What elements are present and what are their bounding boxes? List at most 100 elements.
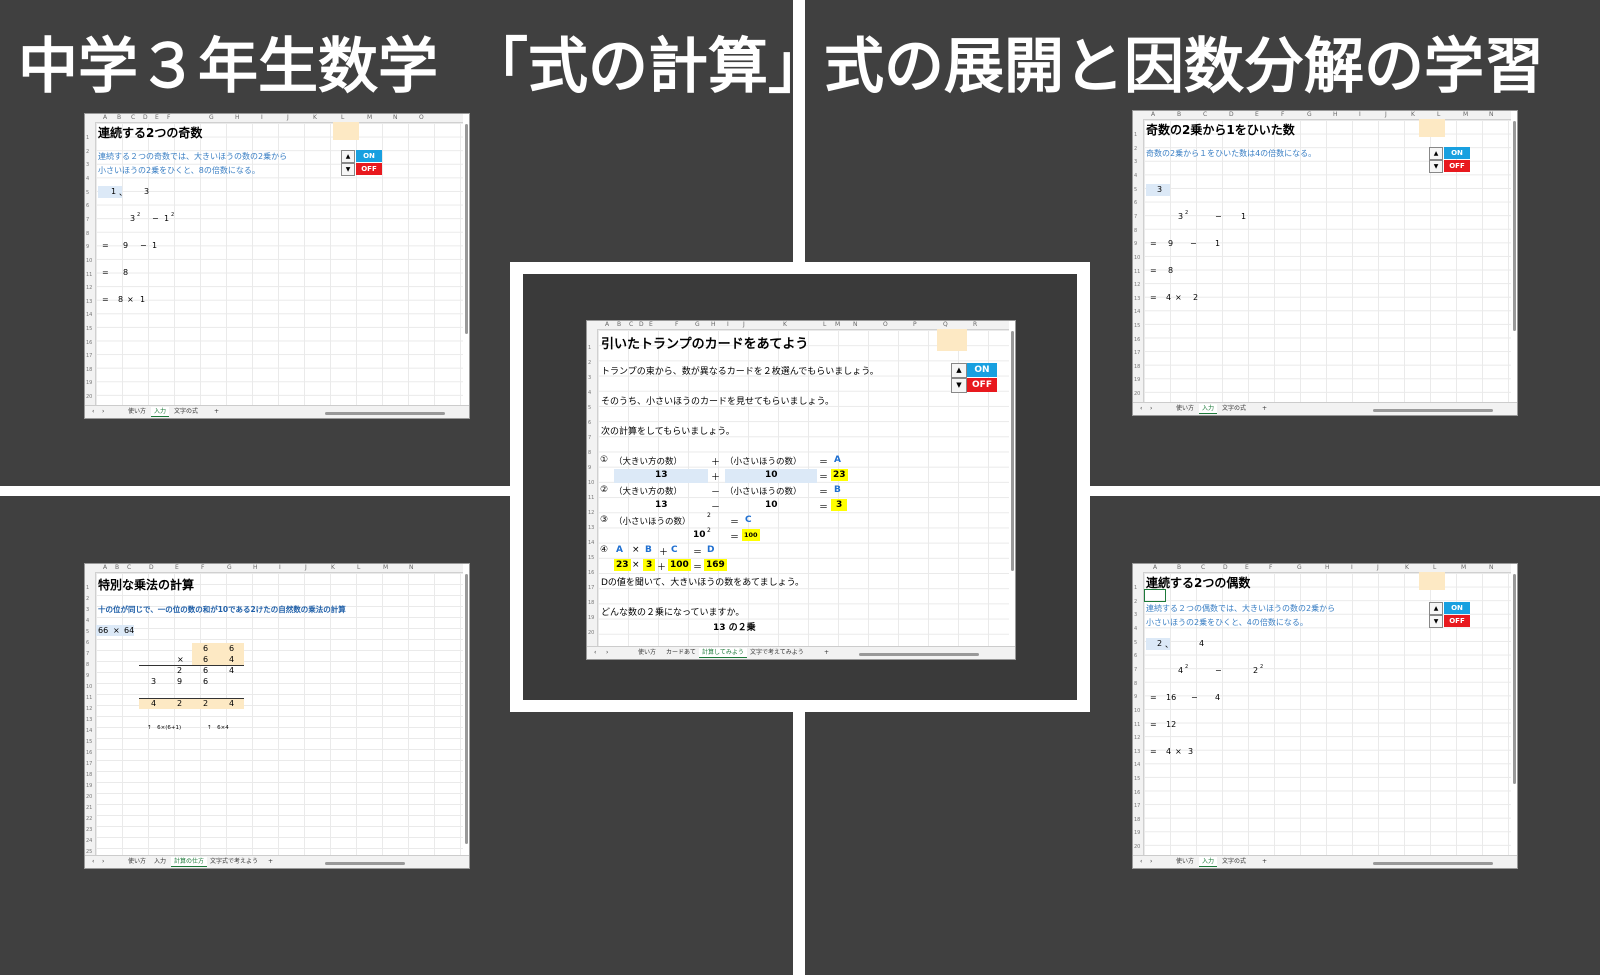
spin-up-button[interactable]: ▲: [951, 363, 967, 378]
tab-usage[interactable]: 使い方: [1173, 857, 1197, 866]
separator: 、: [1165, 640, 1173, 649]
times-sign: ×: [632, 560, 640, 570]
highlight-cell: [937, 329, 967, 351]
tab-prev-button[interactable]: ‹: [89, 407, 97, 416]
on-button[interactable]: ON: [1444, 147, 1470, 159]
tab-usage[interactable]: 使い方: [635, 648, 659, 657]
tab-next-button[interactable]: ›: [99, 407, 107, 416]
sheet-special-multiplication[interactable]: ABCDEFGHIJKLMN 1 2 3 4 5 6 7 8 9 10 11 12 13 14 15 16 17…: [84, 563, 470, 869]
row-header: 1 2 3 4 5 6 7 8 9 10 11 12 13 14 15 16 17 18 19 20: [587, 329, 598, 647]
add-sheet-button[interactable]: +: [265, 857, 276, 866]
cell-grid[interactable]: [96, 573, 463, 856]
value-r10a: 3: [151, 677, 157, 686]
sheet-card-guessing[interactable]: ABCDEFGHIJKLMNOPQR 1 2 3 4 5 6 7 8 9 10 11 12 13 14 15…: [586, 320, 1016, 660]
instruction-line-19: どんな数の２乗になっていますか。: [601, 608, 745, 618]
add-sheet-button[interactable]: +: [1259, 404, 1270, 413]
plus-sign: ＋: [711, 458, 721, 468]
value-a: 23: [614, 559, 631, 571]
tab-prev-button[interactable]: ‹: [591, 648, 599, 657]
sheet-tab-bar: ‹ › 使い方 入力 文字の式 +: [1133, 402, 1517, 415]
horizontal-scrollbar[interactable]: [325, 862, 405, 865]
label-smaller-number: （小さいほうの数）: [614, 517, 691, 527]
off-button[interactable]: OFF: [1444, 160, 1470, 172]
value-r9a: 2: [177, 666, 183, 675]
vertical-scrollbar[interactable]: [1513, 121, 1516, 331]
value-r6c: 3: [144, 187, 150, 196]
horizontal-scrollbar[interactable]: [859, 653, 979, 656]
tab-prev-button[interactable]: ‹: [1137, 857, 1145, 866]
spin-down-button[interactable]: ▼: [1429, 160, 1443, 173]
row-header: 1 2 3 4 5 6 7 8 9 10 11 12 13 14 15 16 17 18 19 20: [1133, 119, 1144, 403]
description-line-2: 小さいほうの2乗をひくと、4の倍数になる。: [1146, 618, 1308, 627]
value-r10a: 9: [123, 241, 129, 250]
column-header: ABCDEFGHIJKLMN: [1133, 564, 1511, 573]
tab-how-to-calculate[interactable]: 計算の仕方: [171, 857, 208, 867]
sheet-consecutive-even[interactable]: ABCDEFGHIJKLMN 1 2 3 4 5 6 7 8 9 10 11 12 13 14 15 16 17…: [1132, 563, 1518, 869]
answer-text: 13 の２乗: [713, 623, 756, 633]
tab-input[interactable]: 入力: [151, 407, 170, 417]
vertical-scrollbar[interactable]: [465, 574, 468, 844]
value-smaller: 10: [693, 530, 706, 540]
times-sign: ×: [127, 295, 134, 304]
add-sheet-button[interactable]: +: [821, 648, 832, 657]
tab-usage[interactable]: 使い方: [1173, 404, 1197, 413]
tab-try-calculation[interactable]: 計算してみよう: [699, 648, 747, 658]
spin-down-button[interactable]: ▼: [341, 163, 355, 176]
exponent: 2: [137, 212, 141, 218]
value-r11c: 2: [203, 699, 209, 708]
sheet-odd-squared-minus-one[interactable]: ABCDEFGHIJKLMN 1 2 3 4 5 6 7 8 9 10 11 12 13 14 15 16 17…: [1132, 110, 1518, 416]
tab-letter-expression[interactable]: 文字の式: [171, 407, 201, 416]
tab-letter-expression[interactable]: 文字の式: [1219, 857, 1249, 866]
tab-prev-button[interactable]: ‹: [1137, 404, 1145, 413]
separator: 、: [119, 188, 127, 197]
tab-think-with-letters[interactable]: 文字式で考えよう: [207, 857, 261, 866]
tab-next-button[interactable]: ›: [1147, 404, 1155, 413]
highlight-cell: [1419, 119, 1445, 137]
times-sign: ×: [1175, 747, 1182, 756]
on-button[interactable]: ON: [1444, 602, 1470, 614]
horizontal-scrollbar[interactable]: [1373, 862, 1493, 865]
minus-sign: −: [152, 214, 159, 223]
tab-card-guess[interactable]: カードあて: [663, 648, 699, 657]
tab-input[interactable]: 入力: [1199, 404, 1218, 414]
horizontal-scrollbar[interactable]: [1373, 409, 1493, 412]
off-button[interactable]: OFF: [967, 378, 997, 392]
vertical-scrollbar[interactable]: [1011, 331, 1014, 571]
tab-input[interactable]: 入力: [151, 857, 169, 866]
tab-next-button[interactable]: ›: [99, 857, 107, 866]
spin-down-button[interactable]: ▼: [951, 378, 967, 393]
spin-down-button[interactable]: ▼: [1429, 615, 1443, 628]
column-header: ABCDEFGHIJKLMNO: [85, 114, 463, 123]
variable-c: C: [671, 545, 678, 555]
minus-sign: −: [1215, 666, 1222, 675]
off-button[interactable]: OFF: [356, 163, 382, 175]
off-button[interactable]: OFF: [1444, 615, 1470, 627]
instruction-line-17: Dの値を聞いて、大きいほうの数をあてましょう。: [601, 578, 805, 588]
horizontal-scrollbar[interactable]: [325, 412, 445, 415]
sheet-tab-bar: ‹ › 使い方 入力 計算の仕方 文字式で考えよう +: [85, 855, 469, 868]
on-button[interactable]: ON: [967, 363, 997, 377]
tab-prev-button[interactable]: ‹: [89, 857, 97, 866]
sheet-consecutive-odd[interactable]: ABCDEFGHIJKLMNO 1 2 3 4 5 6 7 8 9 10 11 12 13 14 15 16 1…: [84, 113, 470, 419]
tab-letter-expression[interactable]: 文字の式: [1219, 404, 1249, 413]
tab-next-button[interactable]: ›: [1147, 857, 1155, 866]
spin-up-button[interactable]: ▲: [1429, 602, 1443, 615]
spin-up-button[interactable]: ▲: [341, 150, 355, 163]
tab-usage[interactable]: 使い方: [125, 857, 149, 866]
label-smaller-number: （小さいほうの数）: [725, 487, 802, 497]
tab-usage[interactable]: 使い方: [125, 407, 149, 416]
add-sheet-button[interactable]: +: [1259, 857, 1270, 866]
tab-think-with-letters[interactable]: 文字で考えてみよう: [747, 648, 807, 657]
add-sheet-button[interactable]: +: [211, 407, 222, 416]
minus-sign: －: [711, 503, 721, 513]
sheet-tab-bar: ‹ › 使い方 入力 文字の式 +: [85, 405, 469, 418]
equals-sign: ＝: [819, 503, 829, 513]
tab-next-button[interactable]: ›: [603, 648, 611, 657]
step-1-marker: ①: [600, 455, 609, 465]
highlight-cell: [333, 122, 359, 140]
on-button[interactable]: ON: [356, 150, 382, 162]
spin-up-button[interactable]: ▲: [1429, 147, 1443, 160]
vertical-scrollbar[interactable]: [465, 124, 468, 334]
vertical-scrollbar[interactable]: [1513, 574, 1516, 784]
tab-input[interactable]: 入力: [1199, 857, 1218, 867]
